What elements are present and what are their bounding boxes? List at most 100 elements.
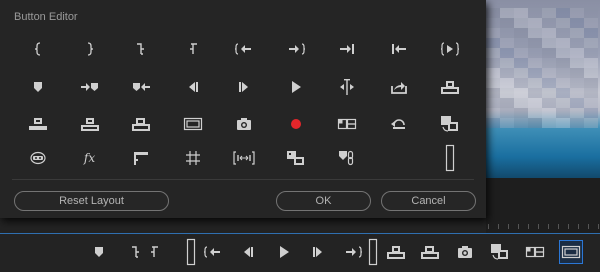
- grid-button-step-back[interactable]: [176, 73, 210, 101]
- preview-pixel: [570, 8, 584, 18]
- comparison-view-icon: [440, 115, 460, 133]
- toolbar-button-insert[interactable]: [384, 240, 408, 264]
- insert-icon: [386, 244, 406, 260]
- go-to-previous-marker-icon: [131, 79, 151, 95]
- grid-button-go-to-in[interactable]: [227, 35, 261, 63]
- grid-button-safe-margins[interactable]: [176, 110, 210, 138]
- grid-button-vr-video[interactable]: [21, 144, 55, 172]
- go-to-in-point-icon: [391, 41, 407, 57]
- grid-button-spacer[interactable]: [433, 142, 467, 174]
- grid-button-go-to-next-marker[interactable]: [73, 73, 107, 101]
- preview-pixel: [500, 28, 514, 38]
- grid-button-add-marker-out[interactable]: [73, 35, 107, 63]
- toolbar-button-play-stop[interactable]: [272, 240, 296, 264]
- preview-pixel: [514, 88, 528, 98]
- grid-button-step-forward[interactable]: [227, 73, 261, 101]
- toolbar-button-multi-camera[interactable]: [523, 240, 547, 264]
- preview-pixel: [528, 68, 542, 78]
- grid-button-export-frame[interactable]: [227, 110, 261, 138]
- add-marker-in-icon: [32, 41, 44, 57]
- toolbar-button-step-back[interactable]: [236, 240, 260, 264]
- button-editor-dialog: Button Editor fx Reset Layout OK Cancel: [0, 0, 486, 218]
- timeline-area: [486, 178, 600, 233]
- toolbar-button-go-to-in[interactable]: [201, 240, 225, 264]
- grid-button-insert[interactable]: [433, 73, 467, 101]
- preview-pixel: [570, 78, 584, 88]
- grid-button-extract[interactable]: [73, 110, 107, 138]
- reset-layout-button[interactable]: Reset Layout: [14, 191, 169, 211]
- grid-button-add-marker[interactable]: [21, 73, 55, 101]
- toolbar-button-export-frame[interactable]: [453, 240, 477, 264]
- preview-pixel: [556, 118, 570, 128]
- preview-pixel: [556, 8, 570, 18]
- grid-button-trim[interactable]: [227, 144, 261, 172]
- preview-pixel: [556, 38, 570, 48]
- cancel-button[interactable]: Cancel: [381, 191, 476, 211]
- preview-pixel: [486, 68, 500, 78]
- timeline-tick: [498, 224, 499, 229]
- add-marker-icon: [92, 244, 106, 260]
- lift-icon: [28, 116, 48, 132]
- preview-pixel: [514, 78, 528, 88]
- grid-button-mark-out[interactable]: [176, 35, 210, 63]
- toolbar-button-safe-margins[interactable]: [559, 240, 583, 264]
- preview-pixel: [528, 38, 542, 48]
- toolbar-button-add-marker[interactable]: [87, 240, 111, 264]
- preview-pixel: [542, 58, 556, 68]
- toolbar-button-spacer[interactable]: [361, 235, 385, 269]
- preview-pixel: [486, 98, 500, 108]
- grid-button-grid[interactable]: [176, 144, 210, 172]
- grid-button-proxy-toggle[interactable]: [330, 144, 364, 172]
- preview-pixel: [556, 58, 570, 68]
- preview-pixel: [570, 38, 584, 48]
- preview-pixel: [584, 118, 598, 128]
- toolbar-button-overwrite[interactable]: [418, 240, 442, 264]
- grid-button-mark-in[interactable]: [124, 35, 158, 63]
- go-to-out-icon: [344, 244, 362, 260]
- grid-button-go-to-in-point[interactable]: [382, 35, 416, 63]
- preview-pixel: [500, 98, 514, 108]
- grid-button-timecode-ruler[interactable]: [124, 144, 158, 172]
- preview-pixel: [556, 78, 570, 88]
- preview-pixel: [486, 88, 500, 98]
- grid-button-lift[interactable]: [21, 110, 55, 138]
- step-forward-icon: [311, 244, 325, 260]
- grid-button-play-in-to-out[interactable]: [433, 35, 467, 63]
- toolbar-button-step-forward[interactable]: [306, 240, 330, 264]
- grid-button-go-to-out-point[interactable]: [330, 35, 364, 63]
- grid-button-export[interactable]: [382, 73, 416, 101]
- program-monitor-toolbar: [0, 234, 600, 272]
- preview-pixel: [514, 118, 528, 128]
- timecode-ruler-icon: [132, 150, 150, 166]
- ok-button[interactable]: OK: [276, 191, 371, 211]
- add-marker-out-icon: [84, 41, 96, 57]
- preview-pixel: [570, 48, 584, 58]
- grid-button-overwrite[interactable]: [124, 110, 158, 138]
- preview-pixel: [500, 48, 514, 58]
- grid-button-fx[interactable]: fx: [73, 144, 107, 172]
- preview-pixel: [514, 98, 528, 108]
- grid-button-comparison-view[interactable]: [433, 110, 467, 138]
- grid-button-shuttle[interactable]: [330, 73, 364, 101]
- grid-button-track-select[interactable]: [279, 144, 313, 172]
- preview-pixel: [542, 98, 556, 108]
- preview-pixel: [500, 38, 514, 48]
- toolbar-button-mark-out[interactable]: [142, 240, 166, 264]
- toolbar-button-spacer[interactable]: [179, 235, 203, 269]
- toolbar-button-comparison-view[interactable]: [488, 240, 512, 264]
- overwrite-icon: [131, 116, 151, 132]
- video-preview: [486, 0, 600, 178]
- preview-pixel: [486, 28, 500, 38]
- dialog-separator: [12, 179, 474, 180]
- grid-button-record[interactable]: [279, 110, 313, 138]
- grid-button-play-stop[interactable]: [279, 73, 313, 101]
- grid-button-loop[interactable]: [382, 110, 416, 138]
- grid-button-go-to-previous-marker[interactable]: [124, 73, 158, 101]
- grid-button-multi-camera[interactable]: [330, 110, 364, 138]
- timeline-tick: [578, 224, 579, 229]
- timeline-tick: [568, 224, 569, 229]
- grid-button-add-marker-in[interactable]: [21, 35, 55, 63]
- preview-pixel: [570, 68, 584, 78]
- preview-pixel: [570, 108, 584, 118]
- grid-button-go-to-out[interactable]: [279, 35, 313, 63]
